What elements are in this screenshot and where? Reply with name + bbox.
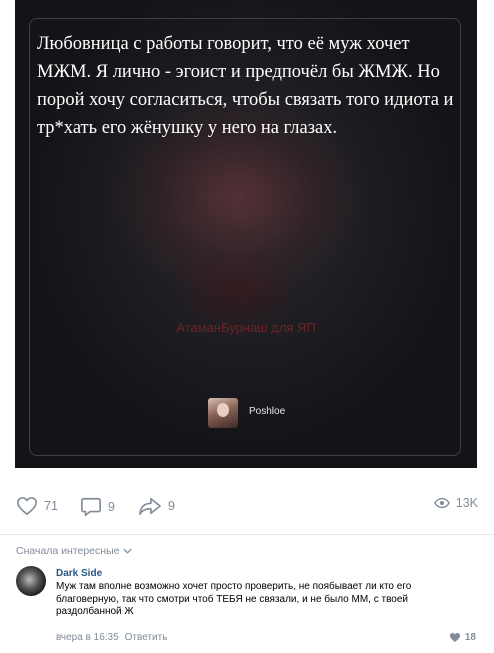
comment-time[interactable]: вчера в 16:35: [56, 632, 119, 643]
comment-like-button[interactable]: 18: [449, 632, 476, 643]
views-count: 13K: [455, 496, 478, 510]
post-image[interactable]: Любовница с работы говорит, что её муж х…: [15, 0, 477, 468]
source-avatar: [208, 398, 238, 428]
views-counter: 13K: [433, 496, 478, 510]
post-action-bar: 71 9 9 13K: [16, 496, 478, 522]
comment-button[interactable]: 9: [80, 496, 115, 518]
share-button[interactable]: 9: [138, 496, 175, 516]
comment-text: Муж там вполне возможно хочет просто про…: [56, 581, 412, 617]
sort-label-text: Сначала интересные: [16, 545, 120, 557]
comment-icon: [81, 497, 101, 517]
like-count: 71: [44, 499, 58, 513]
share-arrow-icon: [139, 497, 161, 515]
reply-button[interactable]: Ответить: [125, 632, 168, 643]
heart-icon: [17, 497, 37, 515]
post-text: Любовница с работы говорит, что её муж х…: [37, 34, 454, 138]
comments-sort-dropdown[interactable]: Сначала интересные: [16, 545, 132, 557]
heart-icon: [449, 633, 460, 642]
watermark: АтаманБурнаш для ЯП: [176, 320, 316, 335]
divider: [0, 534, 494, 535]
comment-avatar[interactable]: [16, 566, 46, 596]
comment-author[interactable]: Dark Side: [56, 568, 102, 579]
comment-like-count: 18: [464, 632, 476, 643]
comment-count: 9: [108, 500, 115, 514]
source-name: Poshloe: [249, 406, 286, 417]
like-button[interactable]: 71: [16, 496, 58, 516]
chevron-down-icon: [122, 548, 132, 554]
eye-icon: [433, 497, 450, 509]
comment-meta: вчера в 16:35 Ответить: [56, 632, 167, 643]
share-count: 9: [168, 499, 175, 513]
